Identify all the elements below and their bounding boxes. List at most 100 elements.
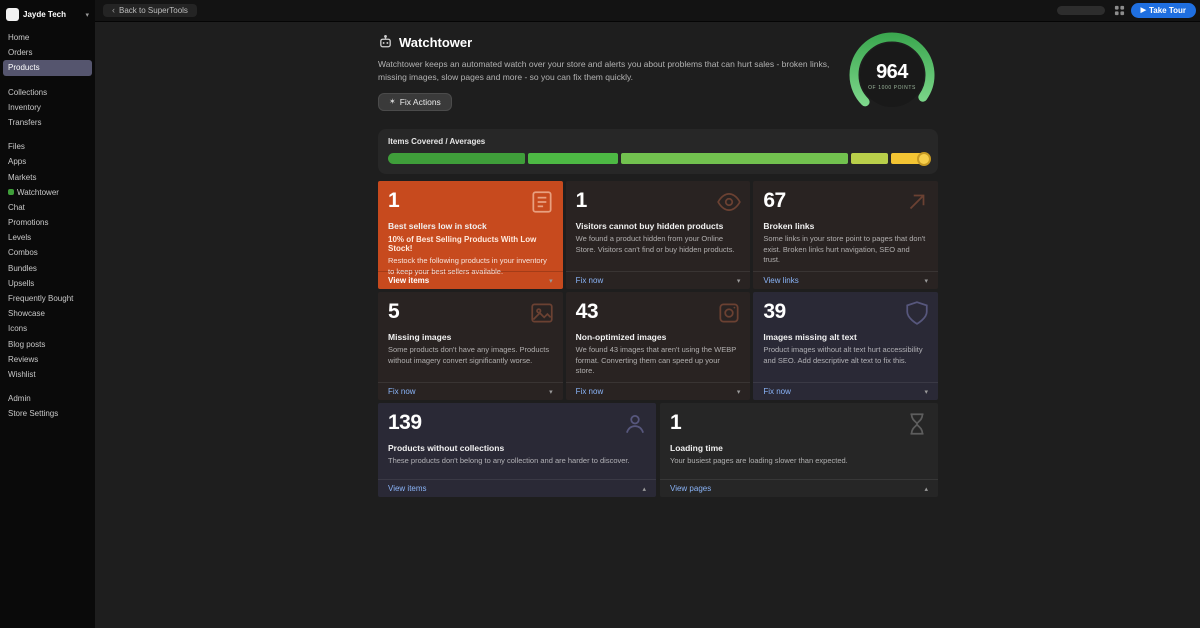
chevron-up-icon[interactable]: ▴	[642, 485, 646, 493]
issue-action-link[interactable]: View items	[388, 484, 427, 493]
issue-title: Loading time	[670, 443, 928, 453]
issue-action-link[interactable]: View items	[388, 276, 429, 285]
score-bar	[388, 153, 928, 164]
score-bar-segment	[851, 153, 888, 164]
sidebar-item-blog-posts[interactable]: Blog posts	[3, 337, 92, 352]
topbar: ‹ Back to SuperTools ▶ Take Tour	[95, 0, 1200, 22]
take-tour-button[interactable]: ▶ Take Tour	[1131, 3, 1196, 18]
sidebar-item-transfers[interactable]: Transfers	[3, 115, 92, 130]
chevron-down-icon[interactable]: ▾	[549, 277, 553, 285]
fix-actions-label: Fix Actions	[400, 97, 441, 107]
sidebar-item-markets[interactable]: Markets	[3, 170, 92, 185]
issue-card-hidden-products[interactable]: 1 Visitors cannot buy hidden products We…	[566, 181, 751, 289]
fix-actions-button[interactable]: ✶ Fix Actions	[378, 93, 452, 111]
sidebar-item-frequently-bought[interactable]: Frequently Bought	[3, 291, 92, 306]
issue-description: We found 43 images that aren't using the…	[576, 345, 741, 377]
link-arrow-icon	[904, 189, 930, 215]
issue-action-link[interactable]: View links	[763, 276, 798, 285]
issue-action-link[interactable]: Fix now	[763, 387, 791, 396]
sidebar: Jayde Tech ▾ Home Orders Products Collec…	[0, 0, 95, 628]
play-icon: ▶	[1141, 7, 1146, 14]
issue-description: Your busiest pages are loading slower th…	[670, 456, 928, 467]
store-logo	[6, 8, 19, 21]
watchtower-dashboard: Watchtower Watchtower keeps an automated…	[378, 35, 938, 497]
sidebar-item-levels[interactable]: Levels	[3, 230, 92, 245]
sidebar-item-admin[interactable]: Admin	[3, 391, 92, 406]
chevron-down-icon[interactable]: ▾	[924, 277, 928, 285]
sidebar-item-promotions[interactable]: Promotions	[3, 215, 92, 230]
score-bar-segment	[621, 153, 848, 164]
chevron-down-icon[interactable]: ▾	[924, 388, 928, 396]
sidebar-item-store-settings[interactable]: Store Settings	[3, 406, 92, 421]
sidebar-item-orders[interactable]: Orders	[3, 45, 92, 60]
chevron-down-icon: ▾	[85, 11, 89, 19]
issue-count: 1	[670, 411, 928, 435]
shield-icon	[904, 300, 930, 326]
sidebar-item-products[interactable]: Products	[3, 60, 92, 75]
photo-icon	[716, 300, 742, 326]
issue-card-broken-links[interactable]: 67 Broken links Some links in your store…	[753, 181, 938, 289]
chevron-down-icon[interactable]: ▾	[737, 277, 741, 285]
issue-action-link[interactable]: View pages	[670, 484, 711, 493]
issue-card-loading-time[interactable]: 1 Loading time Your busiest pages are lo…	[660, 403, 938, 497]
store-name: Jayde Tech	[23, 10, 81, 19]
store-switcher[interactable]: Jayde Tech ▾	[0, 4, 95, 30]
back-arrow-icon: ‹	[112, 6, 115, 15]
sidebar-item-home[interactable]: Home	[3, 30, 92, 45]
score-bar-segment	[528, 153, 618, 164]
issue-card-footer: Fix now ▾	[378, 382, 563, 400]
chevron-down-icon[interactable]: ▾	[737, 388, 741, 396]
sidebar-item-wishlist[interactable]: Wishlist	[3, 367, 92, 382]
issue-card-grid: 1 Best sellers low in stock 10% of Best …	[378, 181, 938, 400]
sidebar-item-icons[interactable]: Icons	[3, 321, 92, 336]
image-icon	[529, 300, 555, 326]
tour-label: Take Tour	[1149, 6, 1186, 15]
issue-title: Products without collections	[388, 443, 646, 453]
hourglass-icon	[904, 411, 930, 437]
dashboard-header: Watchtower Watchtower keeps an automated…	[378, 35, 938, 121]
issue-card-footer: View items ▴	[378, 479, 656, 497]
sidebar-item-showcase[interactable]: Showcase	[3, 306, 92, 321]
sidebar-item-files[interactable]: Files	[3, 139, 92, 154]
score-breakdown-label: Items Covered / Averages	[388, 137, 928, 146]
apps-icon[interactable]	[1114, 5, 1125, 16]
issue-card-low-stock[interactable]: 1 Best sellers low in stock 10% of Best …	[378, 181, 563, 289]
issue-card-missing-alt-text[interactable]: 39 Images missing alt text Product image…	[753, 292, 938, 400]
sidebar-item-apps[interactable]: Apps	[3, 154, 92, 169]
sidebar-nav: Home Orders Products Collections Invento…	[0, 30, 95, 422]
sidebar-item-combos[interactable]: Combos	[3, 245, 92, 260]
eye-icon	[716, 189, 742, 215]
sidebar-item-collections[interactable]: Collections	[3, 85, 92, 100]
sidebar-item-watchtower[interactable]: Watchtower	[3, 185, 92, 200]
issue-title: Broken links	[763, 221, 928, 231]
issue-card-footer: Fix now ▾	[566, 382, 751, 400]
issue-description: These products don't belong to any colle…	[388, 456, 646, 467]
sidebar-item-upsells[interactable]: Upsells	[3, 276, 92, 291]
issue-action-link[interactable]: Fix now	[576, 387, 604, 396]
sidebar-group-tools: Files Apps Markets Watchtower Chat Promo…	[0, 139, 95, 382]
issue-card-missing-images[interactable]: 5 Missing images Some products don't hav…	[378, 292, 563, 400]
chevron-down-icon[interactable]: ▾	[549, 388, 553, 396]
sidebar-item-reviews[interactable]: Reviews	[3, 352, 92, 367]
issue-card-footer: Fix now ▾	[566, 271, 751, 289]
issue-count: 139	[388, 411, 646, 435]
sidebar-item-bundles[interactable]: Bundles	[3, 261, 92, 276]
score-caption: OF 1000 POINTS	[846, 85, 938, 91]
robot-icon	[378, 35, 393, 50]
issue-action-link[interactable]: Fix now	[388, 387, 416, 396]
sidebar-group-main: Home Orders Products	[0, 30, 95, 76]
issue-description: Some products don't have any images. Pro…	[388, 345, 553, 366]
issue-card-grid-bottom: 139 Products without collections These p…	[378, 403, 938, 497]
chevron-up-icon[interactable]: ▴	[924, 485, 928, 493]
page-title: Watchtower	[399, 35, 472, 50]
sidebar-item-inventory[interactable]: Inventory	[3, 100, 92, 115]
back-to-supertools-button[interactable]: ‹ Back to SuperTools	[103, 4, 197, 17]
person-icon	[622, 411, 648, 437]
issue-card-unoptimized-images[interactable]: 43 Non-optimized images We found 43 imag…	[566, 292, 751, 400]
issue-card-footer: Fix now ▾	[753, 382, 938, 400]
issue-card-no-collections[interactable]: 139 Products without collections These p…	[378, 403, 656, 497]
issue-action-link[interactable]: Fix now	[576, 276, 604, 285]
sidebar-item-chat[interactable]: Chat	[3, 200, 92, 215]
page-description: Watchtower keeps an automated watch over…	[378, 58, 830, 84]
sidebar-item-label: Watchtower	[17, 187, 59, 198]
